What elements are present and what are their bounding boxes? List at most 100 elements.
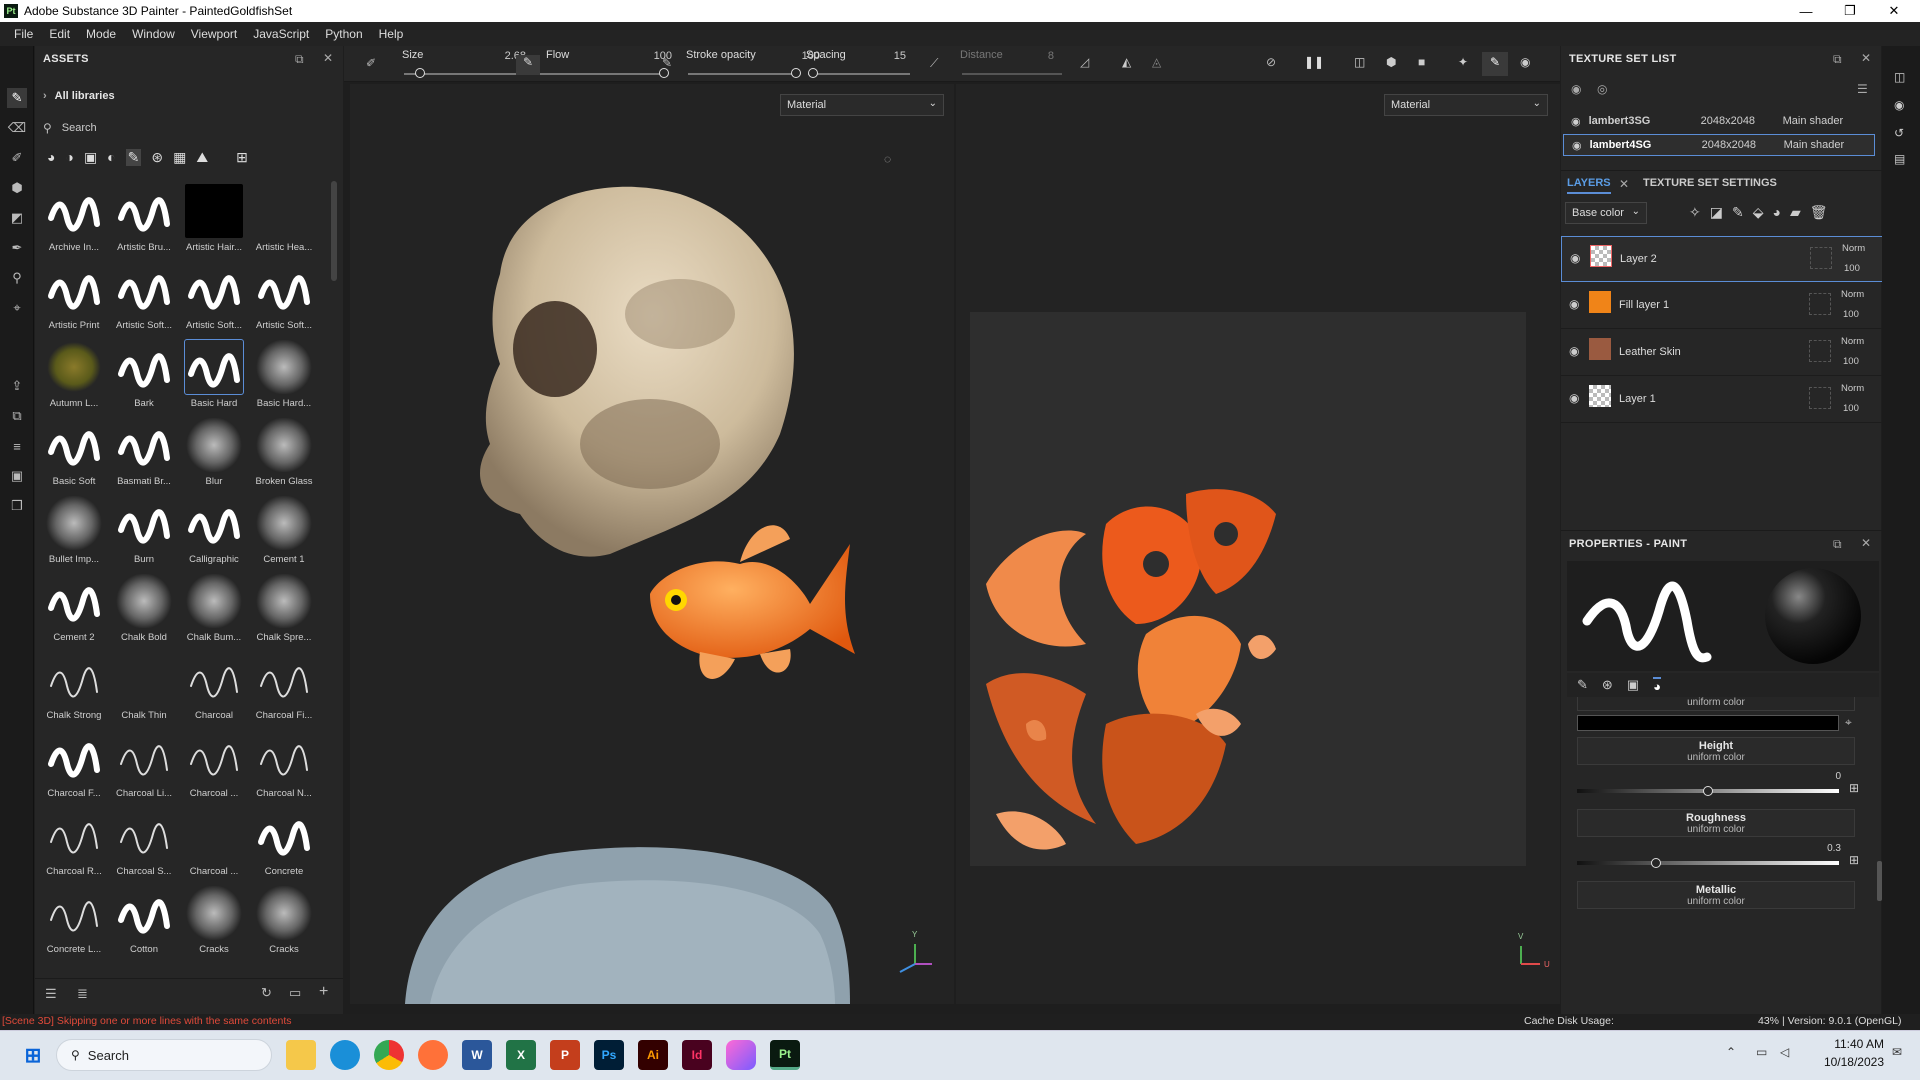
refresh-icon[interactable]: ↻ [261,985,272,1001]
base-color-swatch[interactable] [1577,715,1839,731]
lazy-distance-icon[interactable]: ⟋ [930,56,938,71]
alpha-tab-icon[interactable]: ⊛ [1602,677,1613,693]
stroke-opacity-slider[interactable] [688,73,796,75]
chrome-icon[interactable] [374,1040,404,1070]
folder-icon[interactable]: ▭ [289,985,301,1001]
polygon-fill-icon[interactable]: ◩ [7,208,27,228]
blend-mode[interactable]: Norm [1841,383,1864,394]
viewport-3d[interactable]: Material ⌄ ◌ Y [350,84,954,1004]
texture-slot-icon[interactable]: ⊞ [1849,853,1859,867]
brush-item[interactable]: Charcoal [181,648,247,726]
brush-item[interactable]: Cracks [251,882,317,960]
show-all-icon[interactable]: ◎ [1597,82,1607,96]
menu-javascript[interactable]: JavaScript [253,27,309,41]
smart-materials-icon[interactable]: ◕ [47,149,55,165]
brush-item[interactable]: Charcoal R... [41,804,107,882]
eye-icon[interactable]: ◉ [1569,344,1579,358]
brush-item[interactable]: Concrete [251,804,317,882]
close-panel-icon[interactable]: ✕ [323,51,333,65]
opacity[interactable]: 100 [1843,356,1859,367]
undock-icon[interactable]: ⧉ [1833,52,1842,67]
brush-item[interactable]: Chalk Bum... [181,570,247,648]
alignment-icon[interactable]: ◿ [1080,55,1089,69]
excel-icon[interactable]: X [506,1040,536,1070]
textures-icon[interactable]: ▦ [173,149,186,166]
brush-item[interactable]: Autumn L... [41,336,107,414]
tab-layers[interactable]: LAYERS [1567,177,1611,194]
network-icon[interactable]: ▭ [1756,1045,1767,1059]
stroke-opacity-slider-knob[interactable] [791,68,801,78]
brush-item[interactable]: Charcoal ... [181,804,247,882]
chevron-up-icon[interactable]: ⌃ [1726,1045,1736,1059]
menu-window[interactable]: Window [132,27,175,41]
height-slider-knob[interactable] [1703,786,1713,796]
smudge-icon[interactable]: ✒ [7,238,27,258]
roughness-property[interactable]: Roughness uniform color [1577,809,1855,837]
mask-slot[interactable] [1810,247,1832,269]
photoshop-icon[interactable]: Ps [594,1040,624,1070]
export-icon[interactable]: ⇪ [7,376,27,396]
particles-icon[interactable]: ⊛ [151,149,163,166]
material-tab-icon[interactable]: ◕ [1653,676,1661,694]
brush-item[interactable]: Charcoal N... [251,726,317,804]
indesign-icon[interactable]: Id [682,1040,712,1070]
roughness-slider-knob[interactable] [1650,858,1661,868]
brush-item[interactable]: Bark [111,336,177,414]
add-icon[interactable]: + [319,983,328,1001]
eye-icon[interactable]: ◉ [1572,139,1582,152]
lazy-mouse-icon[interactable]: ✐ [366,56,376,70]
close-panel-icon[interactable]: ✕ [1861,51,1871,65]
brush-item[interactable]: Blur [181,414,247,492]
eraser-icon[interactable]: ⌫ [7,118,27,138]
brush-item[interactable]: Archive In... [41,180,107,258]
size-slider-knob[interactable] [414,68,425,78]
brush-item[interactable]: Basmati Br... [111,414,177,492]
brush-item[interactable]: Cement 1 [251,492,317,570]
menu-icon[interactable]: ☰ [1857,82,1868,96]
shader-settings-icon[interactable]: ▣ [7,466,27,486]
materials-icon[interactable]: ◑ [65,149,73,165]
mask-icon[interactable]: ◪ [1710,204,1723,221]
roughness-value[interactable]: 0.3 [1761,843,1841,854]
eye-icon[interactable]: ◉ [1569,391,1579,405]
screenshot-icon[interactable]: ◉ [1520,55,1530,69]
metallic-property[interactable]: Metallic uniform color [1577,881,1855,909]
volume-icon[interactable]: ◁ [1780,1045,1789,1059]
hide-icon[interactable]: ⊘ [1266,55,1276,69]
display-settings-icon[interactable]: ≡ [7,436,27,456]
spacing-slider-knob[interactable] [808,68,819,78]
brush-item[interactable]: Artistic Soft... [251,258,317,336]
environments-icon[interactable]: ⛰ [196,149,208,166]
layer-item[interactable]: ◉ Fill layer 1 Norm 100 [1561,283,1883,329]
brush-item[interactable]: Charcoal Fi... [251,648,317,726]
eye-icon[interactable]: ◉ [1569,297,1579,311]
windows-start-icon[interactable]: ⊞ [18,1040,48,1070]
cube-view-icon[interactable]: ⬢ [1386,55,1396,69]
history-icon[interactable]: ↺ [1894,126,1904,140]
powerpoint-icon[interactable]: P [550,1040,580,1070]
menu-file[interactable]: File [14,27,33,41]
texture-slot-icon[interactable]: ⊞ [1849,781,1859,795]
undock-icon[interactable]: ⧉ [295,52,304,67]
details-view-icon[interactable]: ≣ [77,986,88,1002]
render-icon[interactable]: ✦ [1458,55,1468,69]
brush-item[interactable]: Basic Hard [181,336,247,414]
brush-item[interactable]: Charcoal ... [181,726,247,804]
viewport-2d[interactable]: Material ⌄ V U [956,84,1560,1004]
close-tab-icon[interactable]: ✕ [1619,177,1629,191]
maximize-button[interactable]: ❐ [1830,0,1870,22]
list-view-icon[interactable]: ☰ [45,986,57,1002]
close-button[interactable]: ✕ [1874,0,1914,22]
brush-item[interactable]: Chalk Bold [111,570,177,648]
fill-layer-icon[interactable]: ⬙ [1753,204,1764,221]
flow-slider[interactable] [548,73,664,75]
split-view-icon[interactable]: ◫ [1354,55,1365,69]
brush-item[interactable]: Cracks [181,882,247,960]
brush-item[interactable]: Chalk Spre... [251,570,317,648]
close-panel-icon[interactable]: ✕ [1861,536,1871,550]
menu-python[interactable]: Python [325,27,362,41]
brush-item[interactable]: Artistic Hea... [251,180,317,258]
blend-mode[interactable]: Norm [1841,336,1864,347]
menu-viewport[interactable]: Viewport [191,27,237,41]
hide-all-icon[interactable]: ◉ [1571,82,1581,96]
